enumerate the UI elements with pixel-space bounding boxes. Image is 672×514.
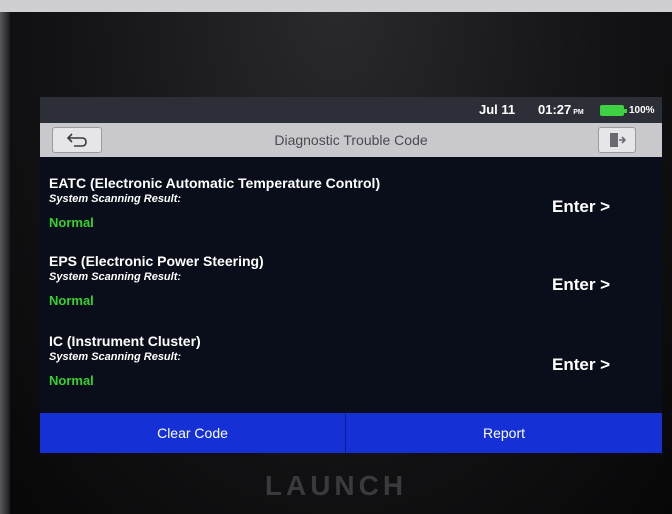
scan-result-status: Normal <box>49 373 94 388</box>
scan-result-label: System Scanning Result: <box>49 271 182 283</box>
status-bar: Jul 11 01:27 PM 100% <box>40 97 662 123</box>
list-item: EPS (Electronic Power Steering) System S… <box>40 235 662 315</box>
status-ampm: PM <box>573 109 584 116</box>
battery-icon <box>600 105 627 116</box>
system-list: EATC (Electronic Automatic Temperature C… <box>40 157 662 413</box>
status-clock: 01:27 <box>538 102 572 117</box>
enter-button-ic[interactable]: Enter > <box>552 355 610 375</box>
bottom-action-bar: Clear Code Report <box>40 413 662 453</box>
enter-button-eps[interactable]: Enter > <box>552 275 610 295</box>
device-brand-logo: LAUNCH <box>264 470 408 501</box>
page-title: Diagnostic Trouble Code <box>274 132 428 148</box>
battery-percent: 100% <box>629 105 655 116</box>
status-date: Jul 11 <box>479 102 516 117</box>
device-bezel-left <box>0 12 10 514</box>
exit-icon <box>610 133 626 147</box>
scan-result-status: Normal <box>49 293 94 308</box>
clear-code-button[interactable]: Clear Code <box>40 413 345 453</box>
list-item: EATC (Electronic Automatic Temperature C… <box>40 157 662 237</box>
device-screen: Jul 11 01:27 PM 100% Diagnostic Trouble C… <box>40 97 662 453</box>
system-name: IC (Instrument Cluster) <box>49 333 201 349</box>
scan-result-label: System Scanning Result: <box>49 193 182 205</box>
exit-button[interactable] <box>598 127 636 153</box>
scan-result-label: System Scanning Result: <box>49 351 182 363</box>
system-name: EPS (Electronic Power Steering) <box>49 253 264 269</box>
device-bezel-top <box>0 0 672 12</box>
enter-button-eatc[interactable]: Enter > <box>552 197 610 217</box>
title-bar: Diagnostic Trouble Code <box>40 123 662 157</box>
system-name: EATC (Electronic Automatic Temperature C… <box>49 175 381 191</box>
scan-result-status: Normal <box>49 215 94 230</box>
status-time: 01:27 PM <box>538 102 584 117</box>
report-button[interactable]: Report <box>346 413 662 453</box>
list-item: IC (Instrument Cluster) System Scanning … <box>40 315 662 395</box>
